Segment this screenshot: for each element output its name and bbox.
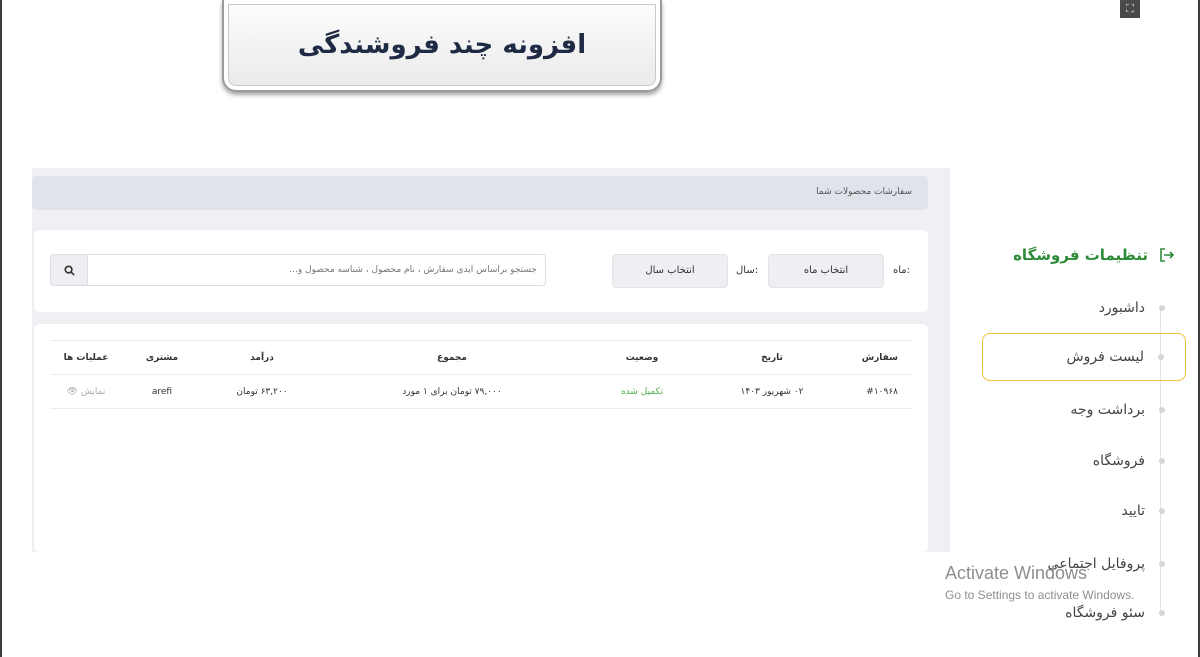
breadcrumb: سفارشات محصولات شما [816,187,912,197]
table-header-row: سفارش تاریخ وضعیت مجموع درآمد مشتری عملی… [50,340,912,375]
orders-table-card: سفارش تاریخ وضعیت مجموع درآمد مشتری عملی… [34,324,928,552]
header-date: تاریخ [702,340,842,375]
sidebar-item-label: سئو فروشگاه [1065,605,1145,621]
order-id[interactable]: #۱۰۹۶۸ [842,374,912,409]
view-action[interactable]: نمایش 👁 [50,374,122,409]
year-label: سال: [736,265,759,276]
status-badge: تکمیل شده [582,374,702,409]
sidebar-title: تنظیمات فروشگاه [1013,246,1148,264]
sidebar-item-label: برداشت وجه [1070,402,1145,418]
table-row: #۱۰۹۶۸ ۰۲ شهریور ۱۴۰۳ تکمیل شده ۷۹,۰۰۰ ت… [50,374,912,409]
timeline-dot [1159,508,1165,514]
header-customer: مشتری [122,340,202,375]
order-date: ۰۲ شهریور ۱۴۰۳ [702,374,842,409]
month-select[interactable]: انتخاب ماه [768,254,884,288]
activation-watermark: Activate Windows Go to Settings to activ… [945,563,1134,602]
month-label: ماه: [892,265,910,276]
sidebar-item-label: داشبورد [1098,300,1145,316]
header-total: مجموع [322,340,582,375]
search-icon [63,264,75,276]
timeline-dot [1159,458,1165,464]
sidebar-header: تنظیمات فروشگاه [1013,246,1176,264]
filter-card: ماه: انتخاب ماه سال: انتخاب سال [34,230,928,312]
fullscreen-icon[interactable]: ⛶ [1120,0,1140,18]
header-order: سفارش [842,340,912,375]
breadcrumb-bar: سفارشات محصولات شما [32,176,928,210]
header-income: درآمد [202,340,322,375]
view-label: نمایش [80,386,106,397]
sidebar-item-verify[interactable]: تایید [982,487,1186,535]
search-button[interactable] [50,254,88,286]
year-select[interactable]: انتخاب سال [612,254,728,288]
timeline-dot [1159,407,1165,413]
order-customer: arefi [122,374,202,409]
eye-icon: 👁 [66,386,79,397]
sidebar-item-store[interactable]: فروشگاه [982,437,1186,485]
header-status: وضعیت [582,340,702,375]
sidebar-item-label: فروشگاه [1092,453,1145,469]
order-total: ۷۹,۰۰۰ تومان برای ۱ مورد [322,374,582,409]
sidebar-item-sales-list[interactable]: لیست فروش [982,333,1186,381]
sidebar-item-dashboard[interactable]: داشبورد [982,284,1186,332]
timeline-dot [1159,610,1165,616]
exit-icon [1160,248,1175,262]
sidebar-item-withdraw[interactable]: برداشت وجه [982,386,1186,434]
watermark-title: Activate Windows [945,563,1088,583]
orders-panel: سفارشات محصولات شما ماه: انتخاب ماه سال:… [32,168,950,552]
timeline-dot [1159,305,1165,311]
timeline-dot [1159,561,1165,567]
sidebar-item-label: لیست فروش [1066,349,1144,365]
banner-title: افزونه چند فروشندگی [297,30,587,60]
title-banner: افزونه چند فروشندگی [222,0,662,92]
orders-table: سفارش تاریخ وضعیت مجموع درآمد مشتری عملی… [50,340,912,409]
header-actions: عملیات ها [50,340,122,375]
timeline-dot [1158,354,1164,360]
watermark-subtitle: Go to Settings to activate Windows. [945,588,1135,602]
order-income: ۶۳,۲۰۰ تومان [202,374,322,409]
sidebar-item-label: تایید [1121,503,1145,519]
search-input[interactable] [88,254,546,286]
